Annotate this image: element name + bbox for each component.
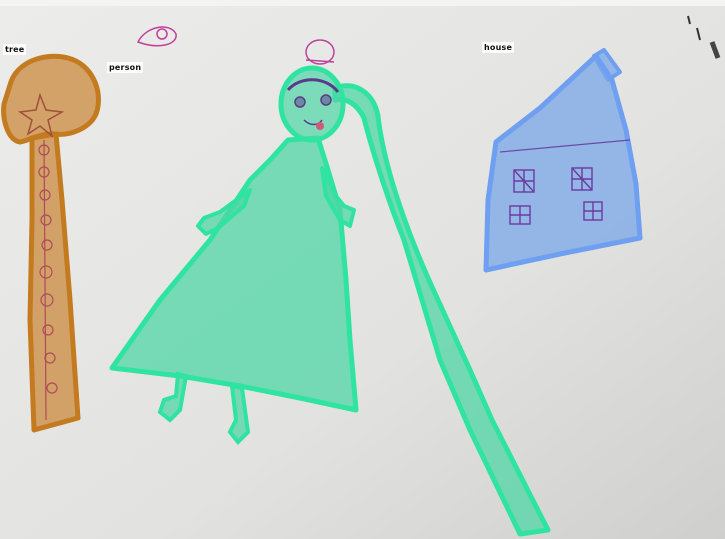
paper-top-edge	[0, 0, 725, 6]
drawing-photo	[0, 0, 725, 539]
tree-label: tree	[3, 44, 27, 55]
paper-background	[0, 0, 725, 539]
person-label: person	[107, 62, 144, 73]
house-label: house	[482, 42, 515, 53]
